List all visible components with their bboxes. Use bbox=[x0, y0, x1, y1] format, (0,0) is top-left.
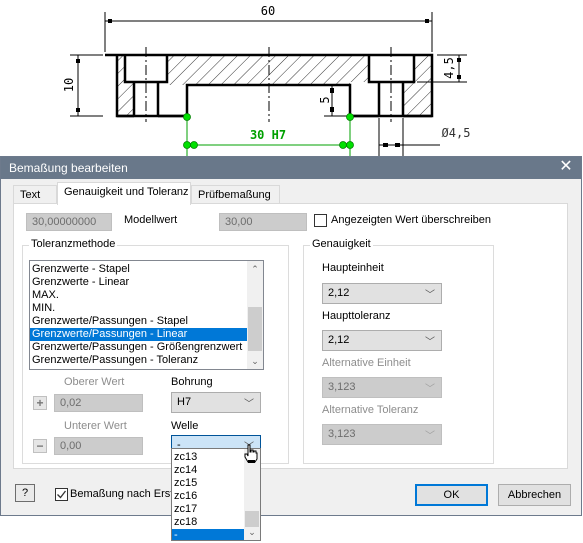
model-value-label: Modellwert bbox=[124, 214, 178, 226]
shaft-option[interactable]: zc13 bbox=[172, 451, 245, 464]
primary-unit-select[interactable]: 2,12 ﹀ bbox=[322, 283, 442, 304]
shaft-option[interactable]: zc18 bbox=[172, 516, 245, 529]
tolerance-method-group: Toleranzmethode Grenzwerte - Stapel Grenz… bbox=[22, 238, 289, 464]
hole-select-value: H7 bbox=[177, 396, 192, 408]
dialog-title: Bemaßung bearbeiten bbox=[9, 161, 128, 175]
chevron-down-icon: ﹀ bbox=[244, 399, 254, 410]
tolerance-method-item[interactable]: Grenzwerte/Passungen - Toleranz bbox=[30, 354, 247, 367]
edit-after-create-label[interactable]: Bemaßung nach Erste bbox=[70, 488, 179, 500]
dim-diameter-text: Ø4,5 bbox=[442, 126, 471, 140]
displayed-value-field: 30,00 bbox=[219, 213, 307, 231]
dim-30-h7-text: 30 H7 bbox=[250, 128, 286, 142]
alt-unit-value: 3,123 bbox=[328, 381, 356, 393]
tolerance-method-item[interactable]: MIN. bbox=[30, 302, 247, 315]
tolerance-method-label: Toleranzmethode bbox=[29, 238, 118, 250]
alt-tolerance-label: Alternative Toleranz bbox=[322, 404, 419, 416]
tolerance-method-item[interactable]: Grenzwerte - Linear bbox=[30, 276, 247, 289]
part-section bbox=[105, 47, 434, 122]
scroll-thumb[interactable] bbox=[248, 307, 262, 351]
lower-value-label: Unterer Wert bbox=[64, 420, 127, 432]
edit-dimension-dialog: Bemaßung bearbeiten ✕ Text Genauigkeit u… bbox=[0, 156, 582, 516]
grip-point[interactable] bbox=[190, 141, 198, 149]
alt-unit-select: 3,123 ﹀ bbox=[322, 377, 442, 398]
dim-60-text: 60 bbox=[261, 4, 275, 18]
model-value-field: 30,00000000 bbox=[26, 213, 112, 231]
tolerance-method-item[interactable]: Grenzwerte/Passungen - Größengrenzwert bbox=[30, 341, 247, 354]
grip-point[interactable] bbox=[346, 141, 354, 149]
shaft-option[interactable]: - bbox=[172, 529, 245, 540]
alt-tolerance-value: 3,123 bbox=[328, 428, 356, 440]
hand-cursor-icon bbox=[244, 444, 258, 467]
upper-value-label: Oberer Wert bbox=[64, 376, 125, 388]
dim-4-5-text: 4,5 bbox=[442, 57, 456, 79]
tolerance-method-list[interactable]: Grenzwerte - Stapel Grenzwerte - Linear MA… bbox=[29, 260, 264, 370]
edit-after-create-checkbox[interactable] bbox=[55, 488, 68, 501]
primary-unit-label: Haupteinheit bbox=[322, 262, 384, 274]
tolerance-method-item[interactable]: Grenzwerte/Passungen - Stapel bbox=[30, 315, 247, 328]
drawing-canvas[interactable]: 60 10 4,5 5 Ø4,5 30 H7 bbox=[0, 0, 583, 156]
primary-unit-value: 2,12 bbox=[328, 287, 350, 299]
dialog-titlebar[interactable]: Bemaßung bearbeiten ✕ bbox=[1, 157, 581, 179]
tolerance-method-item[interactable]: Grenzwerte - Stapel bbox=[30, 263, 247, 276]
plus-icon: + bbox=[33, 396, 47, 410]
scroll-down-icon[interactable]: ⌄ bbox=[247, 353, 263, 369]
grip-point[interactable] bbox=[339, 141, 347, 149]
alt-tolerance-select: 3,123 ﹀ bbox=[322, 424, 442, 445]
shaft-label: Welle bbox=[171, 420, 199, 432]
dimension-10[interactable]: 10 bbox=[62, 54, 103, 117]
primary-tolerance-value: 2,12 bbox=[328, 334, 350, 346]
hole-select[interactable]: H7 ﹀ bbox=[171, 392, 261, 413]
chevron-down-icon: ﹀ bbox=[425, 431, 435, 442]
scroll-up-icon[interactable]: ⌃ bbox=[247, 261, 263, 277]
precision-group: Genauigkeit Haupteinheit 2,12 ﹀ Haupttol… bbox=[303, 238, 494, 464]
scroll-down-icon[interactable]: ⌄ bbox=[244, 524, 260, 540]
tab-inspection-dimension[interactable]: Prüfbemaßung bbox=[191, 185, 280, 204]
tab-panel-precision-tolerance: 30,00000000 Modellwert 30,00 Angezeigten… bbox=[13, 203, 568, 469]
shaft-option[interactable]: zc16 bbox=[172, 490, 245, 503]
dim-5-text: 5 bbox=[318, 96, 332, 103]
cancel-button[interactable]: Abbrechen bbox=[498, 484, 571, 506]
list-scrollbar[interactable]: ⌃ ⌄ bbox=[247, 261, 263, 369]
alt-unit-label: Alternative Einheit bbox=[322, 357, 411, 369]
tab-text[interactable]: Text bbox=[13, 185, 57, 204]
tab-precision-tolerance[interactable]: Genauigkeit und Toleranz bbox=[57, 182, 191, 205]
chevron-down-icon: ﹀ bbox=[425, 337, 435, 348]
tolerance-method-item[interactable]: Grenzwerte/Passungen - Linear bbox=[30, 328, 247, 341]
dimension-diameter-4-5[interactable]: Ø4,5 bbox=[378, 118, 471, 156]
dimension-60[interactable]: 60 bbox=[104, 4, 433, 52]
grip-point[interactable] bbox=[346, 113, 354, 121]
tolerance-method-item[interactable]: MAX. bbox=[30, 289, 247, 302]
grip-point[interactable] bbox=[183, 113, 191, 121]
override-value-label[interactable]: Angezeigten Wert überschreiben bbox=[331, 214, 491, 226]
checkmark-icon bbox=[57, 490, 67, 499]
dim-10-text: 10 bbox=[62, 78, 76, 92]
shaft-option[interactable]: zc15 bbox=[172, 477, 245, 490]
help-button[interactable]: ? bbox=[15, 484, 35, 502]
primary-tolerance-label: Haupttoleranz bbox=[322, 310, 391, 322]
close-icon[interactable]: ✕ bbox=[557, 158, 575, 176]
lower-value-field: 0,00 bbox=[54, 437, 143, 455]
precision-label: Genauigkeit bbox=[310, 238, 373, 250]
chevron-down-icon: ﹀ bbox=[425, 290, 435, 301]
grip-point[interactable] bbox=[183, 141, 191, 149]
minus-icon: − bbox=[33, 439, 47, 453]
shaft-option[interactable]: zc14 bbox=[172, 464, 245, 477]
primary-tolerance-select[interactable]: 2,12 ﹀ bbox=[322, 330, 442, 351]
chevron-down-icon: ﹀ bbox=[425, 384, 435, 395]
hole-label: Bohrung bbox=[171, 376, 213, 388]
help-icon: ? bbox=[21, 487, 29, 499]
ok-button[interactable]: OK bbox=[415, 484, 488, 506]
override-value-checkbox[interactable] bbox=[314, 214, 327, 227]
upper-value-field: 0,02 bbox=[54, 394, 143, 412]
shaft-option[interactable]: zc17 bbox=[172, 503, 245, 516]
